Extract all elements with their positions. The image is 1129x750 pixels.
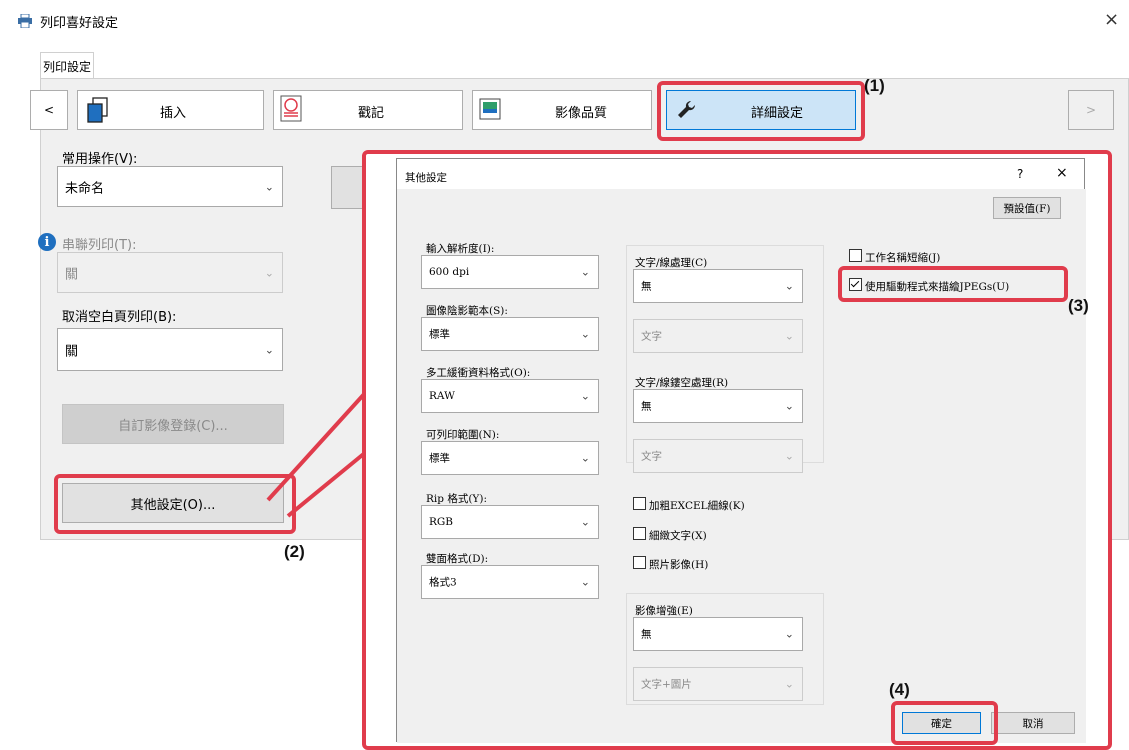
checkbox-box (633, 556, 646, 569)
input-resolution-label: 輸入解析度(I): (426, 243, 495, 255)
fine-text-checkbox[interactable]: 細緻文字(X) (633, 527, 707, 543)
callout-3: (3) (1068, 296, 1089, 315)
image-shading-value: 標準 (429, 328, 450, 341)
text-line-dropdown[interactable]: 無 ⌄ (633, 269, 803, 303)
other-settings-dialog: 其他設定 ? × 預設值(F) 輸入解析度(I): 600 dpi ⌄ 圖像陰影… (396, 158, 1086, 743)
dialog-title: 其他設定 (405, 172, 447, 184)
chevron-down-icon: ⌄ (580, 327, 590, 341)
defaults-button[interactable]: 預設值(F) (993, 197, 1061, 219)
callout-4: (4) (889, 680, 910, 699)
cancel-button-label: 取消 (1022, 717, 1044, 730)
spool-format-label: 多工緩衝資料格式(O): (426, 367, 531, 379)
duplex-format-value: 格式3 (429, 576, 457, 589)
rip-format-dropdown[interactable]: RGB ⌄ (421, 505, 599, 539)
photo-image-checkbox[interactable]: 照片影像(H) (633, 556, 708, 572)
chevron-down-icon: ⌄ (580, 451, 590, 465)
photo-image-label: 照片影像(H) (649, 559, 709, 571)
bold-excel-lines-label: 加粗EXCEL細線(K) (649, 500, 745, 512)
fine-text-label: 細緻文字(X) (649, 530, 707, 542)
cancel-button[interactable]: 取消 (991, 712, 1075, 734)
chevron-down-icon: ⌄ (580, 575, 590, 589)
bold-excel-lines-checkbox[interactable]: 加粗EXCEL細線(K) (633, 497, 745, 513)
checkbox-box (633, 527, 646, 540)
checkbox-box (849, 249, 862, 262)
chevron-down-icon: ⌄ (784, 677, 794, 691)
rip-format-label: Rip 格式(Y): (426, 493, 487, 505)
dialog-close-icon[interactable]: × (1056, 165, 1068, 181)
text-line-target-dropdown: 文字 ⌄ (633, 319, 803, 353)
printable-area-dropdown[interactable]: 標準 ⌄ (421, 441, 599, 475)
spool-format-dropdown[interactable]: RAW ⌄ (421, 379, 599, 413)
text-line-target-value: 文字 (641, 330, 662, 343)
chevron-down-icon: ⌄ (784, 627, 794, 641)
text-hollow-target-dropdown: 文字 ⌄ (633, 439, 803, 473)
chevron-down-icon: ⌄ (580, 389, 590, 403)
text-hollow-label: 文字/線鏤空處理(R) (635, 377, 729, 389)
printable-area-value: 標準 (429, 452, 450, 465)
job-name-shorten-label: 工作名稱短縮(J) (865, 252, 941, 264)
highlight-jpeg-checkbox (838, 266, 1068, 302)
duplex-format-dropdown[interactable]: 格式3 ⌄ (421, 565, 599, 599)
input-resolution-dropdown[interactable]: 600 dpi ⌄ (421, 255, 599, 289)
input-resolution-value: 600 dpi (429, 266, 470, 278)
chevron-down-icon: ⌄ (580, 515, 590, 529)
help-icon[interactable]: ? (1017, 167, 1023, 181)
text-hollow-value: 無 (641, 400, 652, 413)
image-enhance-target-value: 文字+圖片 (641, 678, 692, 691)
image-enhance-label: 影像增強(E) (635, 605, 693, 617)
defaults-button-label: 預設值(F) (1003, 202, 1051, 215)
text-hollow-dropdown[interactable]: 無 ⌄ (633, 389, 803, 423)
job-name-shorten-checkbox[interactable]: 工作名稱短縮(J) (849, 249, 940, 265)
text-line-label: 文字/線處理(C) (635, 257, 708, 269)
callout-2: (2) (284, 542, 305, 561)
chevron-down-icon: ⌄ (580, 265, 590, 279)
image-enhance-dropdown[interactable]: 無 ⌄ (633, 617, 803, 651)
printable-area-label: 可列印範圍(N): (426, 429, 500, 441)
highlight-ok-button (891, 701, 998, 745)
chevron-down-icon: ⌄ (784, 449, 794, 463)
rip-format-value: RGB (429, 516, 454, 528)
image-shading-dropdown[interactable]: 標準 ⌄ (421, 317, 599, 351)
text-line-value: 無 (641, 280, 652, 293)
image-enhance-target-dropdown: 文字+圖片 ⌄ (633, 667, 803, 701)
image-enhance-value: 無 (641, 628, 652, 641)
spool-format-value: RAW (429, 390, 455, 402)
chevron-down-icon: ⌄ (784, 329, 794, 343)
text-hollow-target-value: 文字 (641, 450, 662, 463)
duplex-format-label: 雙面格式(D): (426, 553, 489, 565)
chevron-down-icon: ⌄ (784, 279, 794, 293)
image-shading-label: 圖像陰影範本(S): (426, 305, 508, 317)
chevron-down-icon: ⌄ (784, 399, 794, 413)
checkbox-box (633, 497, 646, 510)
